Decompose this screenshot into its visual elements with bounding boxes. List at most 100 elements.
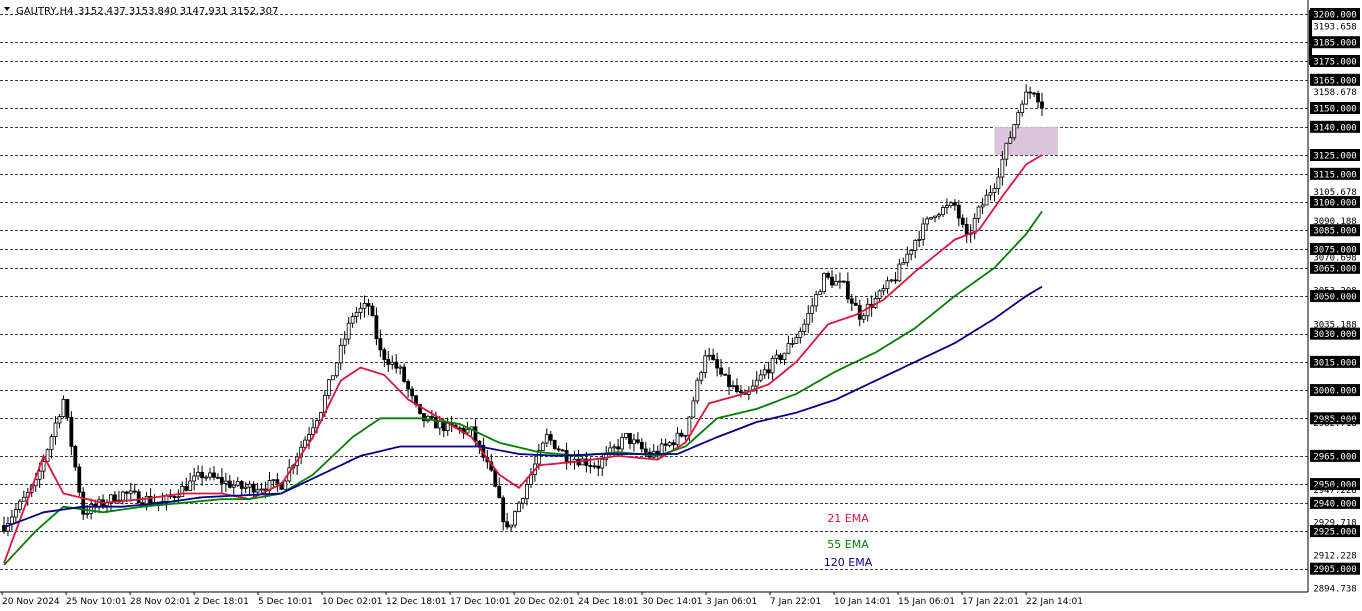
candle-body (877, 290, 882, 299)
candle-body (865, 303, 870, 317)
price-tag-text: 2905.000 (1313, 565, 1356, 575)
candle-body (251, 483, 256, 493)
time-label: 10 Jan 14:01 (834, 597, 891, 607)
candle-body (350, 316, 355, 324)
candle-body (952, 202, 957, 206)
price-tag-text: 3085.000 (1313, 227, 1356, 237)
candle-body (513, 511, 517, 526)
candle-body (548, 434, 553, 441)
candle-body (830, 276, 834, 286)
time-label: 17 Dec 10:01 (450, 597, 511, 607)
candle-body (521, 498, 525, 504)
candle-body (616, 446, 620, 450)
candle-body (235, 481, 240, 486)
candle-body (220, 477, 224, 484)
price-tag-text: 3100.000 (1313, 199, 1356, 209)
candle-body (517, 502, 521, 513)
candle-body (703, 355, 708, 373)
candle-body (600, 458, 605, 469)
candle-body (711, 354, 716, 361)
candle-body (960, 217, 965, 225)
candle-body (271, 479, 276, 482)
candle-body (976, 206, 981, 219)
candle-body (754, 379, 759, 387)
candle-body (69, 417, 74, 447)
time-label: 15 Jan 06:01 (898, 597, 955, 607)
candle-body (346, 322, 351, 340)
time-label: 17 Jan 22:01 (962, 597, 1019, 607)
time-label: 5 Dec 10:01 (258, 597, 313, 607)
candle-body (620, 437, 624, 450)
candle-body (247, 483, 252, 488)
candle-body (905, 253, 910, 263)
price-tag: 3100.000 (1310, 196, 1360, 209)
candle-body (180, 485, 185, 498)
price-tag: 3185.000 (1310, 36, 1360, 49)
candle-body (283, 480, 288, 490)
candle-body (433, 416, 438, 429)
candle-body (330, 375, 335, 381)
price-label: 3105.678 (1313, 188, 1356, 198)
candle (283, 480, 288, 490)
ema-legend: 21 EMA 55 EMA 120 EMA (824, 512, 873, 569)
price-tag: 2905.000 (1310, 562, 1360, 575)
candle-body (1000, 158, 1005, 178)
candle-body (509, 524, 514, 528)
candle-body (77, 466, 82, 493)
candle-body (307, 434, 311, 441)
candle-body (663, 443, 668, 446)
candlestick-chart[interactable]: 21 EMA 55 EMA 120 EMA 3200.000 3185.000 3175… (0, 0, 1362, 611)
candle-body (243, 486, 248, 489)
price-tag-text: 3175.000 (1313, 58, 1356, 68)
candle-body (362, 303, 367, 309)
candle-body (806, 313, 811, 325)
candle-body (326, 379, 331, 396)
candle-body (441, 421, 446, 431)
candle-body (956, 204, 961, 219)
price-tag-text: 3000.000 (1313, 387, 1356, 397)
symbol-label: GAUTRY,H4 (16, 6, 74, 17)
candle-body (632, 439, 636, 445)
candle-body (885, 280, 890, 289)
price-tag: 2940.000 (1310, 496, 1360, 509)
candle-body (124, 491, 129, 494)
candle-body (758, 374, 763, 381)
support-zone (994, 126, 1058, 156)
candle-body (679, 432, 684, 437)
price-tag-text: 3015.000 (1313, 358, 1356, 368)
candle-body (144, 496, 149, 505)
candle-body (1036, 92, 1040, 103)
demand-zone (994, 126, 1058, 156)
candle-body (992, 188, 997, 193)
candle-body (778, 354, 783, 361)
candle-body (429, 416, 434, 418)
price-tag-text: 3065.000 (1313, 264, 1356, 274)
candle-body (128, 490, 133, 494)
price-tag-text: 2940.000 (1313, 499, 1356, 509)
candle-body (917, 239, 922, 241)
candle-body (196, 471, 201, 477)
current-price-marker (1309, 10, 1312, 66)
candle (552, 439, 557, 450)
candle-body (1024, 91, 1029, 105)
candle-body (366, 303, 371, 307)
candle-body (802, 323, 807, 332)
candle (1012, 123, 1017, 141)
candle-body (723, 373, 727, 376)
candle (334, 361, 339, 378)
candle-body (81, 491, 86, 515)
price-tag-text: 3185.000 (1313, 39, 1356, 49)
candle-body (65, 398, 70, 418)
candle-body (913, 239, 918, 251)
candle-body (814, 293, 819, 307)
candle-body (473, 426, 478, 442)
candle-body (937, 214, 941, 217)
price-label: 3158.678 (1313, 88, 1356, 98)
candle-body (544, 434, 549, 444)
candle (513, 510, 517, 529)
candle-body (556, 448, 561, 451)
candle-body (699, 372, 704, 381)
time-label: 7 Jan 22:01 (770, 597, 821, 607)
candle-body (715, 359, 720, 369)
candle-body (897, 263, 902, 282)
